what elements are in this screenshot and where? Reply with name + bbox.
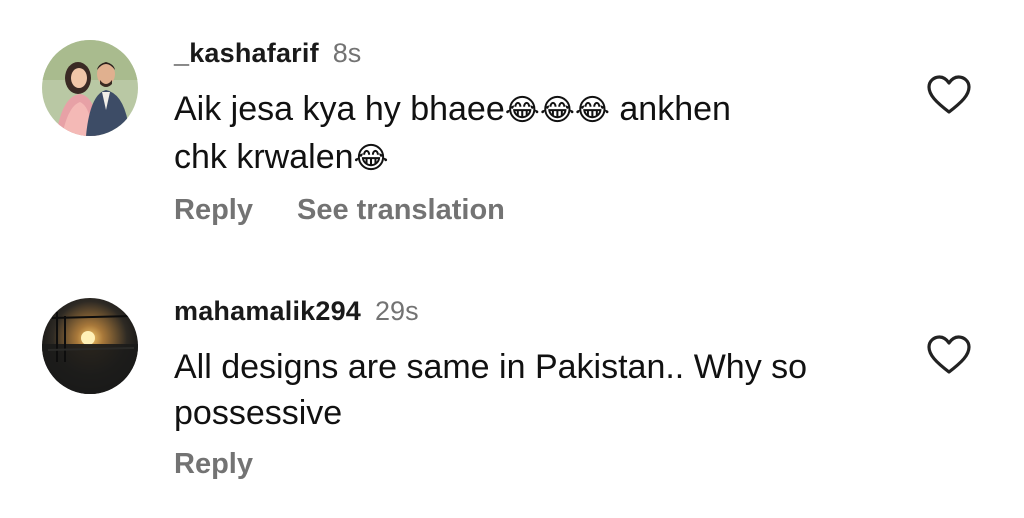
username[interactable]: mahamalik294 [174, 296, 361, 327]
comment-actions: Reply See translation [174, 194, 894, 227]
heart-outline-icon[interactable] [926, 74, 972, 116]
timestamp: 29s [375, 296, 419, 326]
see-translation-button[interactable]: See translation [297, 194, 505, 227]
comment-text-part: Aik jesa kya hy bhaee [174, 90, 505, 128]
avatar-photo [42, 298, 138, 394]
timestamp: 8s [332, 38, 362, 68]
heart-outline-icon[interactable] [926, 334, 972, 376]
comment-body: mahamalik294 29s All designs are same in… [174, 296, 894, 481]
avatar[interactable] [42, 298, 138, 394]
comment-text: All designs are same in Pakistan.. Why s… [174, 348, 808, 432]
avatar[interactable] [42, 40, 138, 136]
username[interactable]: _kashafarif [174, 38, 319, 69]
comment-actions: Reply [174, 448, 894, 481]
comment-item: mahamalik294 29s All designs are same in… [0, 296, 1024, 496]
comment-text-part: ankhen [609, 90, 731, 128]
comment-item: _kashafarif 8s Aik jesa kya hy bhaee😂😂😂 … [0, 38, 1024, 238]
laughing-emoji: 😂 [353, 141, 389, 176]
avatar-illustration [42, 40, 138, 136]
reply-button[interactable]: Reply [174, 448, 253, 481]
comment-text-part: chk krwalen [174, 138, 354, 176]
comment-text: Aik jesa kya hy bhaee😂😂😂 ankhen chk krwa… [174, 86, 864, 182]
comment-body: _kashafarif 8s Aik jesa kya hy bhaee😂😂😂 … [174, 38, 894, 227]
reply-button[interactable]: Reply [174, 194, 253, 227]
comment-meta: _kashafarif 8s [174, 38, 894, 72]
laughing-emoji-group: 😂😂😂 [504, 93, 610, 128]
comment-meta: mahamalik294 29s [174, 296, 894, 330]
